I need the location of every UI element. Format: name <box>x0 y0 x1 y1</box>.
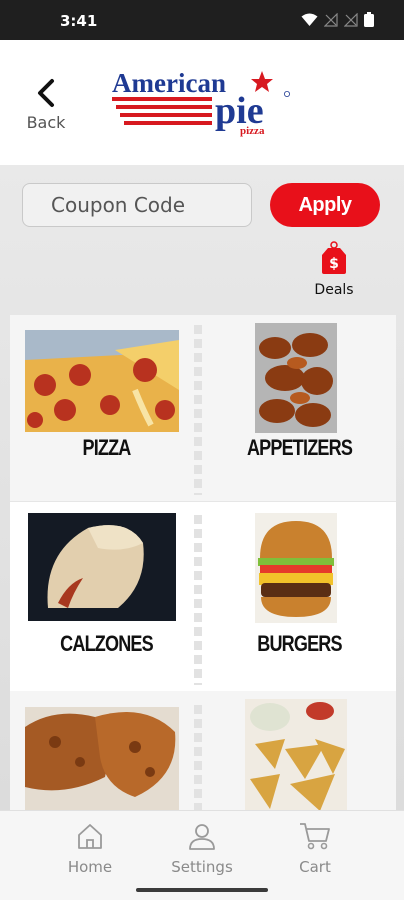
potato-wedges-image <box>245 699 347 810</box>
category-label: BURGERS <box>257 631 342 656</box>
user-icon <box>189 824 215 850</box>
nav-label: Cart <box>299 858 331 876</box>
grid-divider <box>10 501 396 502</box>
signal-off-icon <box>324 12 338 27</box>
category-tile-burgers[interactable]: BURGERS <box>203 505 396 695</box>
category-label: APPETIZERS <box>246 435 353 460</box>
menu-body: Apply $ Deals <box>0 165 404 810</box>
apply-button[interactable]: Apply <box>270 183 380 227</box>
calzone-image <box>28 513 176 621</box>
brand-logo[interactable]: American pie pizza <box>112 68 297 138</box>
deals-button[interactable]: $ Deals <box>312 241 356 298</box>
status-time: 3:41 <box>60 12 98 30</box>
bottom-nav: Home Settings Cart <box>0 810 404 900</box>
svg-text:$: $ <box>329 256 339 272</box>
category-tile-6[interactable] <box>203 695 396 810</box>
chevron-left-icon <box>38 79 54 107</box>
svg-text:American: American <box>112 68 226 98</box>
category-tile-5[interactable] <box>10 695 203 810</box>
category-tile-calzones[interactable]: CALZONES <box>10 505 203 695</box>
fried-chicken-image <box>25 707 179 810</box>
home-icon <box>78 824 102 849</box>
pizza-image <box>25 330 179 432</box>
deals-label: Deals <box>314 282 354 298</box>
back-button[interactable]: Back <box>22 78 70 132</box>
burger-image <box>255 513 337 623</box>
category-label: CALZONES <box>60 631 153 656</box>
header: Back American pie pizza <box>0 40 404 165</box>
category-tile-pizza[interactable]: PIZZA <box>10 315 203 505</box>
nav-home[interactable]: Home <box>50 821 130 876</box>
nav-label: Home <box>67 858 113 876</box>
price-tag-icon: $ <box>322 241 346 274</box>
nav-settings[interactable]: Settings <box>162 821 242 876</box>
svg-text:pizza: pizza <box>240 125 265 137</box>
nav-cart[interactable]: Cart <box>275 821 355 876</box>
status-icons <box>301 12 374 27</box>
status-bar: 3:41 <box>0 0 404 40</box>
battery-icon <box>364 12 374 27</box>
wifi-icon <box>301 13 318 26</box>
coupon-code-input[interactable] <box>22 183 252 227</box>
cart-icon <box>300 823 330 850</box>
wings-image <box>255 323 337 433</box>
nav-label: Settings <box>171 858 233 876</box>
gesture-bar[interactable] <box>136 888 268 892</box>
back-label: Back <box>26 113 66 132</box>
category-grid: PIZZA APPETIZERS CALZONES BURGERS <box>10 315 396 810</box>
category-tile-appetizers[interactable]: APPETIZERS <box>203 315 396 505</box>
signal-off-icon <box>344 12 358 27</box>
category-label: PIZZA <box>82 435 131 460</box>
